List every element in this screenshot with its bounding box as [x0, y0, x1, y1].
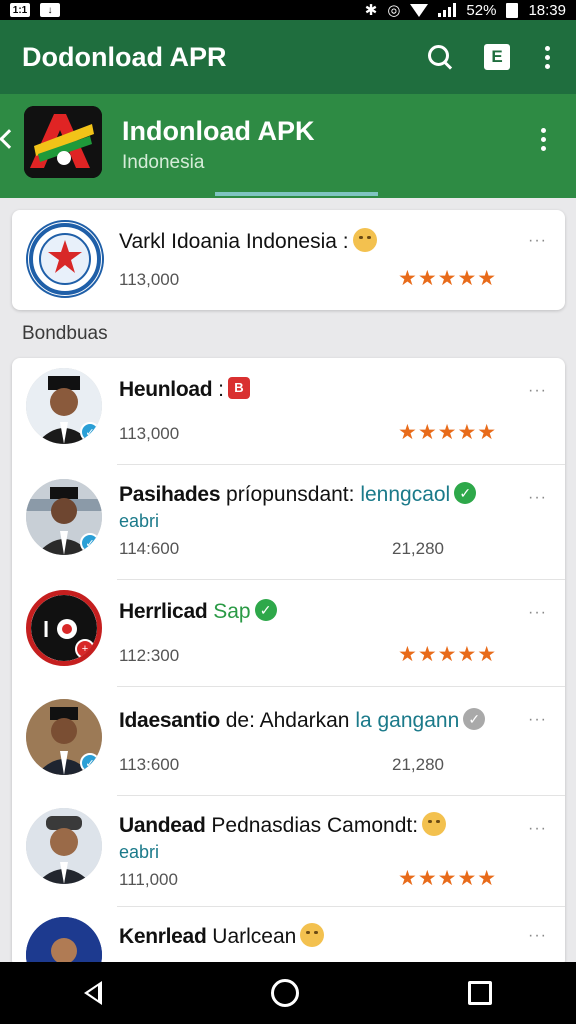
more-vert-icon[interactable] [540, 45, 554, 69]
tab-indicator [215, 192, 378, 196]
emoji-icon [422, 812, 447, 837]
featured-rating: ★★★★★ [398, 267, 498, 290]
more-icon[interactable]: ··· [528, 820, 547, 838]
more-icon[interactable]: ··· [528, 382, 547, 400]
item-count: 113:600 [119, 755, 180, 774]
e-icon[interactable]: E [484, 44, 510, 70]
list-item[interactable]: ✓ Pasihades príopunsdant: lenngcaol ✓ eab… [12, 465, 565, 579]
check-icon: ✓ [454, 482, 477, 505]
more-icon[interactable]: ··· [528, 232, 547, 250]
item-title: Heunload [119, 378, 213, 401]
more-icon[interactable]: ··· [528, 489, 547, 507]
app-bar-title: Dodonload APR [22, 41, 227, 72]
item-count: 111,000 [119, 870, 178, 889]
avatar [26, 808, 102, 884]
item-subtitle: eabri [119, 842, 160, 862]
signal-icon [438, 3, 457, 17]
item-rating: ★★★★★ [398, 867, 498, 890]
list-item[interactable]: Kenrlead Uarlcean ··· [12, 907, 565, 968]
more-icon[interactable]: ··· [528, 927, 547, 945]
item-title: Pasihades [119, 483, 221, 506]
emoji-icon [352, 228, 377, 253]
avatar: ✓ [26, 479, 102, 555]
avatar: l + [26, 590, 102, 666]
emblem-avatar [26, 220, 104, 298]
section-label: Bondbuas [22, 323, 108, 344]
avatar: ✓ [26, 368, 102, 444]
more-icon[interactable]: ··· [528, 711, 547, 729]
verified-icon: ✓ [80, 422, 100, 442]
alarm-icon: ◎ [387, 2, 401, 19]
app-subtitle: Indonesia [122, 152, 205, 173]
item-title: Idaesantio [119, 709, 220, 732]
verified-icon: ✓ [80, 753, 100, 773]
item-title: Uandead [119, 814, 206, 837]
list-item[interactable]: l + Herrlicad Sap ✓ 112:300 ★★★★★ ··· [12, 580, 565, 686]
notification-icon: 1:1 [10, 3, 30, 17]
status-bar: 1:1 ↓ ✱ ◎ 52% 18:39 [0, 0, 576, 20]
bluetooth-icon: ✱ [364, 2, 378, 19]
tag-icon: B [227, 377, 250, 400]
item-title: Kenrlead [119, 925, 207, 948]
item-count: 114:600 [119, 539, 180, 558]
list-item[interactable]: Uandead Pednasdias Camondt: eabri 111,00… [12, 796, 565, 906]
check-icon: ✓ [254, 599, 277, 622]
featured-title: Varkl Idoania Indonesia : [119, 230, 349, 253]
item-count-secondary: 21,280 [392, 755, 444, 774]
featured-count: 113,000 [119, 270, 180, 289]
avatar [26, 917, 102, 968]
nav-recents-icon[interactable] [467, 981, 492, 1005]
wifi-icon [410, 3, 429, 17]
list-card: ✓ Heunload :B 113,000 ★★★★★ ··· ✓ Pasiha… [12, 358, 565, 968]
nav-home-icon[interactable] [270, 979, 299, 1007]
app-name: Indonload APK [122, 116, 315, 146]
item-subtitle: eabri [119, 511, 160, 531]
item-count: 113,000 [119, 424, 180, 443]
item-rating: ★★★★★ [398, 643, 498, 666]
featured-card[interactable]: Varkl Idoania Indonesia : 113,000 ★★★★★ … [12, 210, 565, 310]
clock: 18:39 [528, 1, 566, 19]
more-icon[interactable]: ··· [528, 604, 547, 622]
back-chevron-icon[interactable] [0, 129, 19, 149]
nav-back-icon[interactable] [84, 981, 103, 1005]
plus-badge-icon: + [75, 639, 95, 659]
item-count: 112:300 [119, 646, 180, 665]
app-more-icon[interactable] [536, 128, 550, 151]
check-icon: ✓ [463, 708, 486, 731]
app-logo [24, 106, 102, 178]
emoji-icon [300, 923, 325, 948]
system-nav-bar [0, 962, 576, 1024]
avatar: ✓ [26, 699, 102, 775]
svg-text:l: l [43, 617, 49, 642]
battery-percent: 52% [466, 1, 497, 19]
app-header: Indonload APK Indonesia [0, 94, 576, 198]
verified-icon: ✓ [80, 533, 100, 553]
search-icon[interactable] [426, 43, 454, 71]
download-icon: ↓ [40, 3, 60, 17]
list-item[interactable]: ✓ Heunload :B 113,000 ★★★★★ ··· [12, 358, 565, 464]
item-title: Herrlicad [119, 600, 208, 623]
item-count-secondary: 21,280 [392, 539, 444, 558]
list-item[interactable]: ✓ Idaesantio de: Ahdarkan la gangann ✓ 11… [12, 687, 565, 795]
app-bar: Dodonload APR E [0, 20, 576, 94]
battery-icon [506, 2, 519, 18]
item-rating: ★★★★★ [398, 421, 498, 444]
